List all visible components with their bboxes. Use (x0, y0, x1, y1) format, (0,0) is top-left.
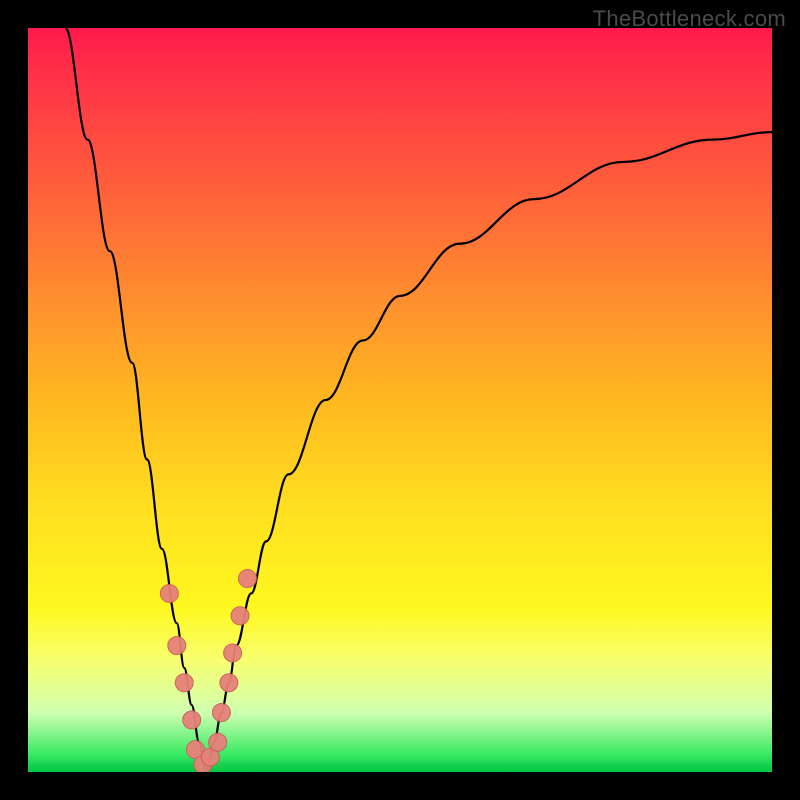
chart-frame (28, 28, 772, 772)
highlight-point (175, 674, 193, 692)
highlight-point (220, 674, 238, 692)
watermark-text: TheBottleneck.com (593, 6, 786, 32)
curve-right-branch (207, 132, 772, 772)
highlight-point (160, 584, 178, 602)
highlight-point (231, 607, 249, 625)
highlight-point (168, 637, 186, 655)
highlight-point (209, 733, 227, 751)
highlight-point (212, 703, 230, 721)
curve-left-branch (65, 28, 206, 772)
highlight-point (238, 570, 256, 588)
highlight-points-group (160, 570, 256, 772)
highlight-point (224, 644, 242, 662)
highlight-point (183, 711, 201, 729)
bottleneck-curve-plot (28, 28, 772, 772)
